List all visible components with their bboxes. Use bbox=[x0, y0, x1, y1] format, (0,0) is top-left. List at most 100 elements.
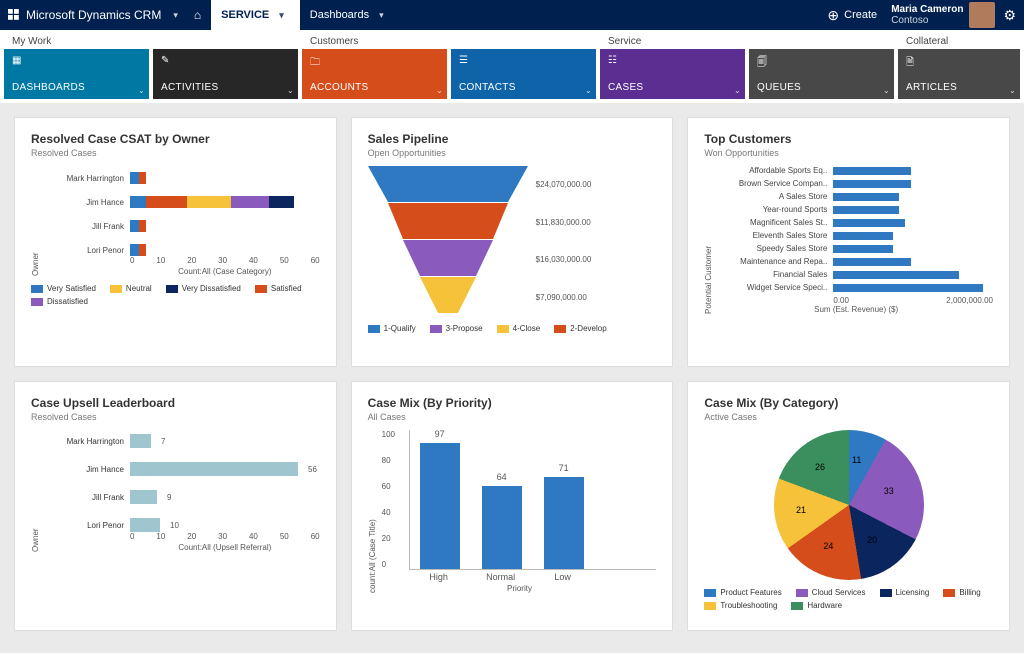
chart-bar: 71 bbox=[544, 477, 584, 569]
chevron-down-icon: ⌄ bbox=[287, 86, 294, 95]
brand-label: Microsoft Dynamics CRM bbox=[26, 8, 161, 22]
plus-circle-icon: ⊕ bbox=[827, 7, 839, 24]
dashboard-grid: Resolved Case CSAT by Owner Resolved Cas… bbox=[0, 103, 1024, 645]
chart-row: Mark Harrington7 bbox=[46, 434, 320, 448]
chart-row: Jim Hance bbox=[46, 196, 320, 208]
nav-dashboards[interactable]: Dashboards ▾ bbox=[300, 0, 400, 30]
chart-row: Lori Penor bbox=[46, 244, 320, 256]
y-axis-label: Owner bbox=[31, 166, 40, 276]
card-subtitle: Resolved Cases bbox=[31, 412, 320, 422]
tile-dashboards[interactable]: ▦ DASHBOARDS ⌄ bbox=[4, 49, 149, 99]
category-customers: Customers bbox=[298, 34, 596, 49]
chevron-down-icon: ⌄ bbox=[436, 86, 443, 95]
chevron-down-icon: ⌄ bbox=[734, 86, 741, 95]
chevron-down-icon: ▾ bbox=[379, 10, 384, 21]
funnel-slice bbox=[388, 203, 508, 239]
card-subtitle: Resolved Cases bbox=[31, 148, 320, 158]
card-mix-priority: Case Mix (By Priority) All Cases count:A… bbox=[351, 381, 674, 631]
category-collateral: Collateral bbox=[894, 34, 1024, 49]
pie-slice-label: 26 bbox=[815, 462, 825, 472]
x-axis-label: Priority bbox=[383, 584, 657, 593]
chart-row: Lori Penor10 bbox=[46, 518, 320, 532]
chevron-down-icon: ⌄ bbox=[1009, 86, 1016, 95]
user-org: Contoso bbox=[891, 15, 963, 26]
y-axis-label: Owner bbox=[31, 430, 40, 552]
cases-icon: ☷ bbox=[608, 55, 617, 66]
chart-row: Year-round Sports bbox=[719, 205, 993, 214]
home-icon[interactable]: ⌂ bbox=[194, 8, 201, 22]
chart-row: Jim Hance56 bbox=[46, 462, 320, 476]
chart-row: Jill Frank bbox=[46, 220, 320, 232]
card-upsell: Case Upsell Leaderboard Resolved Cases O… bbox=[14, 381, 337, 631]
dynamics-logo-icon bbox=[8, 9, 20, 21]
chart-row: Maintenance and Repa.. bbox=[719, 257, 993, 266]
contacts-icon: ☰ bbox=[459, 55, 468, 66]
gear-icon[interactable]: ⚙ bbox=[1003, 7, 1016, 24]
create-button[interactable]: ⊕ Create bbox=[827, 7, 877, 24]
pie-chart: 113320242126 bbox=[774, 430, 924, 580]
card-subtitle: Active Cases bbox=[704, 412, 993, 422]
tile-cases[interactable]: ☷ CASES ⌄ bbox=[600, 49, 745, 99]
card-title: Case Upsell Leaderboard bbox=[31, 396, 320, 410]
card-title: Case Mix (By Category) bbox=[704, 396, 993, 410]
work-area: My Work Customers Service Collateral ▦ D… bbox=[0, 30, 1024, 103]
chevron-down-icon: ⌄ bbox=[585, 86, 592, 95]
chevron-down-icon: ⌄ bbox=[883, 86, 890, 95]
category-service: Service bbox=[596, 34, 894, 49]
card-title: Sales Pipeline bbox=[368, 132, 657, 146]
funnel-chart bbox=[368, 166, 528, 316]
pie-slice-label: 11 bbox=[852, 455, 861, 465]
tile-queues[interactable]: 🗐 QUEUES ⌄ bbox=[749, 49, 894, 99]
funnel-slice bbox=[368, 166, 528, 202]
x-axis-label: Sum (Est. Revenue) ($) bbox=[719, 305, 993, 314]
chevron-down-icon: ▾ bbox=[279, 10, 284, 21]
accounts-icon: 🗀 bbox=[310, 55, 320, 72]
chart-row: Financial Sales bbox=[719, 270, 993, 279]
chart-legend: Product FeaturesCloud ServicesLicensingB… bbox=[704, 588, 993, 610]
tile-contacts[interactable]: ☰ CONTACTS ⌄ bbox=[451, 49, 596, 99]
tile-articles[interactable]: 🗎 ARTICLES ⌄ bbox=[898, 49, 1020, 99]
card-subtitle: Open Opportunities bbox=[368, 148, 657, 158]
chart-legend: 1-Qualify3-Propose4-Close2-Develop bbox=[368, 324, 657, 333]
chart-row: Widget Service Speci.. bbox=[719, 283, 993, 292]
card-subtitle: All Cases bbox=[368, 412, 657, 422]
articles-icon: 🗎 bbox=[906, 55, 914, 72]
category-my-work: My Work bbox=[0, 34, 298, 49]
pie-slice-label: 20 bbox=[867, 535, 877, 545]
chart-row: Affordable Sports Eq.. bbox=[719, 166, 993, 175]
chart-row: Eleventh Sales Store bbox=[719, 231, 993, 240]
chart-row: Magnificent Sales St.. bbox=[719, 218, 993, 227]
y-axis-label: count:All (Case Title) bbox=[368, 430, 377, 593]
pie-slice-label: 33 bbox=[884, 486, 894, 496]
chart-row: Brown Service Compan.. bbox=[719, 179, 993, 188]
card-title: Case Mix (By Priority) bbox=[368, 396, 657, 410]
chart-row: Speedy Sales Store bbox=[719, 244, 993, 253]
funnel-slice bbox=[420, 277, 476, 313]
tile-accounts[interactable]: 🗀 ACCOUNTS ⌄ bbox=[302, 49, 447, 99]
chart-row: A Sales Store bbox=[719, 192, 993, 201]
chevron-down-icon: ▾ bbox=[173, 10, 178, 21]
card-subtitle: Won Opportunities bbox=[704, 148, 993, 158]
chart-bar: 64 bbox=[482, 486, 522, 569]
card-pipeline: Sales Pipeline Open Opportunities $24,07… bbox=[351, 117, 674, 367]
chart-row: Mark Harrington bbox=[46, 172, 320, 184]
queues-icon: 🗐 bbox=[757, 55, 767, 72]
y-axis-label: Potential Customer bbox=[704, 166, 713, 314]
tile-activities[interactable]: ✎ ACTIVITIES ⌄ bbox=[153, 49, 298, 99]
x-axis-label: Count:All (Case Category) bbox=[130, 267, 320, 276]
nav-service[interactable]: SERVICE ▾ bbox=[211, 0, 300, 30]
card-top-customers: Top Customers Won Opportunities Potentia… bbox=[687, 117, 1010, 367]
pie-slice-label: 21 bbox=[796, 505, 806, 515]
x-axis-label: Count:All (Upsell Referral) bbox=[130, 543, 320, 552]
user-menu[interactable]: Maria Cameron Contoso bbox=[891, 2, 995, 28]
funnel-slice bbox=[403, 240, 493, 276]
user-name: Maria Cameron bbox=[891, 4, 963, 15]
card-csat: Resolved Case CSAT by Owner Resolved Cas… bbox=[14, 117, 337, 367]
card-mix-category: Case Mix (By Category) Active Cases 11 33… bbox=[687, 381, 1010, 631]
chart-bar: 97 bbox=[420, 443, 460, 569]
chart-row: Jill Frank9 bbox=[46, 490, 320, 504]
brand[interactable]: Microsoft Dynamics CRM ▾ bbox=[8, 8, 184, 22]
chart-legend: Very SatisfiedNeutralVery DissatisfiedSa… bbox=[31, 284, 320, 306]
activities-icon: ✎ bbox=[161, 55, 170, 66]
dashboard-icon: ▦ bbox=[12, 55, 22, 66]
